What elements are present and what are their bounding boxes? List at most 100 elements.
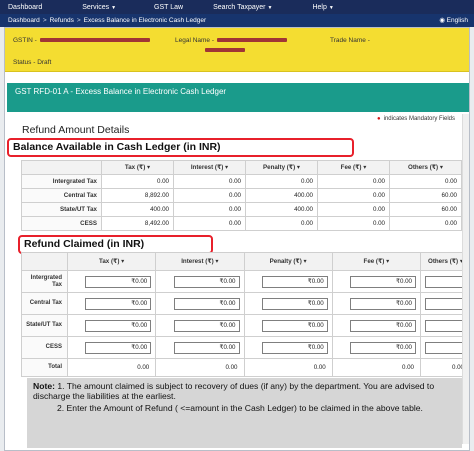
balance-cell: 0.00	[101, 174, 174, 189]
claim-cell: ₹0.00	[155, 292, 245, 315]
vertical-scrollbar[interactable]	[462, 114, 469, 444]
sort-caret-icon: ▾	[145, 164, 151, 171]
table-row: Intergrated Tax 0.00 0.00 0.00 0.00 0.00	[21, 174, 462, 189]
globe-icon: ◉	[439, 17, 445, 24]
refund-amount-input[interactable]: ₹0.00	[85, 297, 152, 310]
refund-amount-input[interactable]: ₹0.00	[85, 319, 152, 332]
refund-amount-input[interactable]: ₹0.00	[85, 275, 152, 288]
column-header[interactable]: Others (₹) ▾	[389, 160, 462, 175]
total-cell: 0.00	[331, 358, 422, 377]
refund-amount-heading: Refund Amount Details	[22, 124, 130, 136]
balance-cell: 0.00	[317, 202, 390, 217]
balance-cell: 0.00	[245, 216, 318, 231]
taxpayer-info-bar: GSTIN - Legal Name - Trade Name - Status…	[5, 28, 469, 72]
row-label: Intergrated Tax	[21, 174, 102, 189]
breadcrumb-item: Excess Balance in Electronic Cash Ledger	[83, 17, 207, 24]
column-header[interactable]: Penalty (₹) ▾	[243, 252, 333, 271]
caret-down-icon: ▼	[328, 4, 334, 11]
claim-cell: ₹0.00	[243, 270, 333, 293]
refund-amount-input[interactable]: ₹0.00	[261, 341, 328, 354]
refund-amount-input[interactable]: ₹0.00	[261, 319, 328, 332]
column-header[interactable]: Interest (₹) ▾	[173, 160, 246, 175]
balance-cell: 0.00	[389, 174, 462, 189]
claim-cell: ₹0.00	[66, 270, 157, 293]
refund-amount-input[interactable]: ₹0.00	[173, 297, 240, 310]
sort-caret-icon: ▾	[119, 258, 125, 265]
nav-search-taxpayer[interactable]: Search Taxpayer ▼	[183, 4, 272, 11]
refund-form-panel: GSTIN - Legal Name - Trade Name - Status…	[4, 27, 470, 451]
nav-gst-law[interactable]: GST Law	[116, 4, 183, 11]
nav-dashboard[interactable]: Dashboard	[0, 4, 42, 11]
redacted-value	[205, 48, 245, 52]
refund-amount-input[interactable]: ₹0.00	[350, 275, 416, 288]
redacted-value	[39, 38, 150, 43]
table-row: Central Tax₹0.00₹0.00₹0.00₹0.00₹0.00	[21, 292, 469, 315]
balance-cell: 0.00	[317, 174, 390, 189]
claim-cell: ₹0.00	[243, 336, 333, 359]
language-selector[interactable]: ◉ English	[439, 16, 468, 24]
breadcrumb: Dashboard > Refunds > Excess Balance in Elec…	[0, 14, 474, 27]
note-line-2: 2. Enter the Amount of Refund ( <=amount…	[57, 403, 423, 413]
claim-cell: ₹0.00	[331, 336, 422, 359]
form-title: GST RFD-01 A - Excess Balance in Electro…	[15, 87, 227, 96]
balance-cell: 0.00	[317, 188, 390, 203]
corner-cell	[21, 160, 102, 175]
sort-caret-icon: ▾	[438, 164, 443, 171]
balance-cell: 60.00	[389, 188, 462, 203]
table-row: State/UT Tax₹0.00₹0.00₹0.00₹0.00₹0.00	[21, 314, 469, 337]
balance-cell: 0.00	[173, 188, 246, 203]
refund-amount-input[interactable]: ₹0.00	[350, 341, 416, 354]
balance-cell: 0.00	[245, 174, 318, 189]
claim-cell: ₹0.00	[243, 292, 333, 315]
column-header[interactable]: Penalty (₹) ▾	[245, 160, 318, 175]
note-line-1: Note: 1. The amount claimed is subject t…	[33, 381, 435, 401]
breadcrumb-item[interactable]: Dashboard	[0, 17, 40, 24]
column-header[interactable]: Fee (₹) ▾	[331, 252, 422, 271]
column-header[interactable]: Interest (₹) ▾	[155, 252, 245, 271]
refund-amount-input[interactable]: ₹0.00	[350, 297, 416, 310]
row-label: CESS	[21, 216, 102, 231]
breadcrumb-separator: >	[42, 17, 47, 24]
refund-amount-input[interactable]: ₹0.00	[85, 341, 152, 354]
claim-cell: ₹0.00	[243, 314, 333, 337]
table-row: CESS 8,492.00 0.00 0.00 0.00 0.00	[21, 216, 462, 231]
sort-caret-icon: ▾	[295, 164, 300, 171]
column-header[interactable]: Tax (₹) ▾	[101, 160, 174, 175]
form-title-bar: GST RFD-01 A - Excess Balance in Electro…	[7, 83, 469, 112]
trade-name-field: Trade Name -	[330, 37, 370, 44]
balance-cell: 400.00	[245, 188, 318, 203]
total-cell: 0.00	[243, 358, 333, 377]
table-row: State/UT Tax 400.00 0.00 400.00 0.00 60.00	[21, 202, 462, 217]
balance-cell: 0.00	[173, 174, 246, 189]
sort-caret-icon: ▾	[384, 258, 390, 265]
row-label: Central Tax	[21, 188, 102, 203]
refund-amount-input[interactable]: ₹0.00	[261, 275, 328, 288]
claim-cell: ₹0.00	[331, 292, 422, 315]
column-header[interactable]: Tax (₹) ▾	[66, 252, 157, 271]
column-header[interactable]: Fee (₹) ▾	[317, 160, 390, 175]
claim-cell: ₹0.00	[155, 336, 245, 359]
refund-amount-input[interactable]: ₹0.00	[350, 319, 416, 332]
balance-cell: 0.00	[317, 216, 390, 231]
sort-caret-icon: ▾	[361, 164, 367, 171]
redacted-value	[217, 38, 288, 43]
refund-claimed-table: Tax (₹) ▾ Interest (₹) ▾ Penalty (₹) ▾ Fee …	[21, 252, 469, 377]
table-row: Central Tax 8,892.00 0.00 400.00 0.00 60.00	[21, 188, 462, 203]
refund-amount-input[interactable]: ₹0.00	[173, 319, 240, 332]
refund-amount-input[interactable]: ₹0.00	[173, 275, 240, 288]
nav-services[interactable]: Services ▼	[42, 4, 116, 11]
total-cell: 0.00	[155, 358, 245, 377]
row-label: State/UT Tax	[21, 314, 68, 337]
table-row: Intergrated Tax₹0.00₹0.00₹0.00₹0.00₹0.00	[21, 270, 469, 293]
refund-amount-input[interactable]: ₹0.00	[173, 341, 240, 354]
note-box: Note: 1. The amount claimed is subject t…	[27, 378, 462, 448]
balance-cell: 0.00	[173, 202, 246, 217]
balance-cell: 8,892.00	[101, 188, 174, 203]
nav-help[interactable]: Help ▼	[272, 4, 333, 11]
claim-cell: ₹0.00	[155, 314, 245, 337]
refund-amount-input[interactable]: ₹0.00	[261, 297, 328, 310]
breadcrumb-separator: >	[76, 17, 81, 24]
breadcrumb-item[interactable]: Refunds	[50, 17, 74, 24]
legal-name-field: Legal Name -	[175, 37, 288, 44]
balance-cell: 8,492.00	[101, 216, 174, 231]
